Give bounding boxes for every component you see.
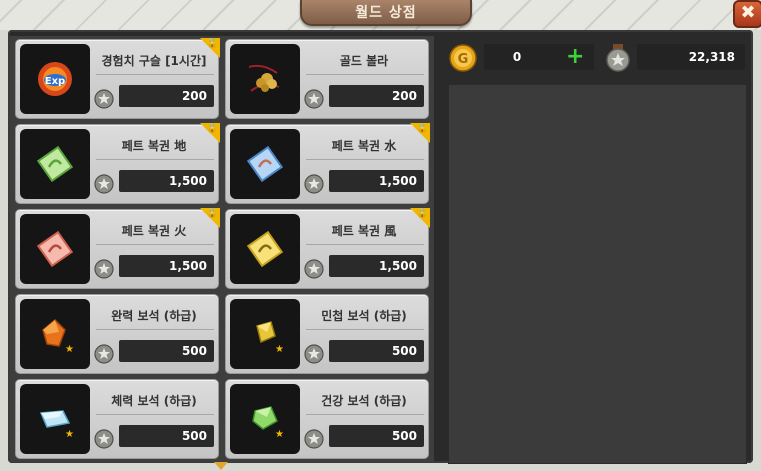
strength-gem-icon: ★ <box>42 318 74 355</box>
pet-ticket-earth-icon <box>36 145 74 183</box>
item-price: 500 <box>329 340 424 362</box>
pet-ticket-wind-icon <box>246 230 284 268</box>
exp-orb-icon: Exp <box>38 62 72 96</box>
divider <box>96 159 214 160</box>
shop-item-pet-ticket-fire[interactable]: 🔒 페트 복권 火 1,500 <box>15 208 220 289</box>
divider <box>306 329 424 330</box>
gold-bola-icon <box>248 64 280 92</box>
shop-item-pet-ticket-wind[interactable]: 🔒 페트 복권 風 1,500 <box>225 208 430 289</box>
close-button[interactable]: ✖ <box>733 0 761 28</box>
item-name: 경험치 구슬 [1시간] <box>101 54 207 68</box>
gold-coin-icon: G <box>449 44 477 72</box>
pet-ticket-fire-icon <box>36 230 74 268</box>
lock-icon: 🔒 <box>206 39 218 49</box>
medal-coin-amount: 22,318 <box>637 44 745 70</box>
item-name: 완력 보석 (하급) <box>111 309 197 323</box>
item-icon-frame: ★ <box>20 384 90 454</box>
svg-text:★: ★ <box>65 344 74 355</box>
svg-text:★: ★ <box>275 429 284 440</box>
item-name: 페트 복권 火 <box>121 224 187 238</box>
scroll-down-arrow-icon[interactable] <box>214 462 228 470</box>
item-icon-frame <box>230 214 300 284</box>
divider <box>306 159 424 160</box>
medal-coin-icon <box>94 259 114 279</box>
divider <box>306 74 424 75</box>
divider <box>306 414 424 415</box>
item-icon-frame: ★ <box>230 384 300 454</box>
item-icon-frame: Exp <box>20 44 90 114</box>
item-price: 1,500 <box>329 255 424 277</box>
item-name: 페트 복권 地 <box>121 139 187 153</box>
medal-coin-icon <box>304 344 324 364</box>
item-price: 1,500 <box>119 170 214 192</box>
lock-icon: 🔒 <box>206 209 218 219</box>
shop-item-gold-bola[interactable]: 골드 볼라 200 <box>225 39 429 119</box>
medal-coin-icon <box>94 89 114 109</box>
medal-coin-icon <box>94 174 114 194</box>
item-icon-frame <box>230 44 300 114</box>
medal-coin-icon <box>304 89 324 109</box>
item-price: 500 <box>119 340 214 362</box>
item-price: 500 <box>329 425 424 447</box>
divider <box>96 74 214 75</box>
shop-item-health-gem[interactable]: ★ 건강 보석 (하급) 500 <box>225 379 429 459</box>
divider <box>96 329 214 330</box>
item-icon-frame <box>20 129 90 199</box>
item-icon-frame <box>20 214 90 284</box>
medal-coin-icon <box>606 44 630 72</box>
shop-item-exp-orb[interactable]: Exp 🔒 경험치 구슬 [1시간] 200 <box>15 38 220 119</box>
lock-icon: 🔒 <box>206 124 218 134</box>
shop-item-strength-gem[interactable]: ★ 완력 보석 (하급) 500 <box>15 294 219 374</box>
lock-icon: 🔒 <box>416 124 428 134</box>
medal-coin-icon <box>304 259 324 279</box>
svg-text:★: ★ <box>275 344 284 355</box>
lock-icon: 🔒 <box>416 209 428 219</box>
add-gold-button[interactable]: + <box>566 46 584 68</box>
item-price: 1,500 <box>119 255 214 277</box>
item-icon-frame <box>230 129 300 199</box>
item-name: 민첩 보석 (하급) <box>321 309 407 323</box>
medal-coin-icon <box>304 429 324 449</box>
item-detail-panel <box>448 84 747 464</box>
shop-item-pet-ticket-water[interactable]: 🔒 페트 복권 水 1,500 <box>225 123 430 204</box>
divider <box>306 244 424 245</box>
shop-item-agility-gem[interactable]: ★ 민첩 보석 (하급) 500 <box>225 294 429 374</box>
vitality-gem-icon: ★ <box>39 410 74 440</box>
svg-text:★: ★ <box>65 429 74 440</box>
pet-ticket-water-icon <box>246 145 284 183</box>
shop-item-pet-ticket-earth[interactable]: 🔒 페트 복권 地 1,500 <box>15 123 220 204</box>
svg-text:G: G <box>458 52 469 67</box>
medal-coin-icon <box>94 344 114 364</box>
window-title: 월드 상점 <box>300 0 472 26</box>
agility-gem-icon: ★ <box>256 321 284 355</box>
divider <box>96 414 214 415</box>
item-name: 페트 복권 水 <box>331 139 397 153</box>
shop-item-vitality-gem[interactable]: ★ 체력 보석 (하급) 500 <box>15 379 219 459</box>
svg-text:Exp: Exp <box>45 76 65 87</box>
medal-coin-icon <box>94 429 114 449</box>
item-price: 500 <box>119 425 214 447</box>
item-price: 200 <box>329 85 424 107</box>
item-name: 페트 복권 風 <box>331 224 397 238</box>
item-icon-frame: ★ <box>230 299 300 369</box>
item-icon-frame: ★ <box>20 299 90 369</box>
item-name: 건강 보석 (하급) <box>321 394 407 408</box>
health-gem-icon: ★ <box>252 406 284 440</box>
item-name: 골드 볼라 <box>339 54 389 68</box>
item-price: 1,500 <box>329 170 424 192</box>
item-name: 체력 보석 (하급) <box>111 394 197 408</box>
medal-coin-icon <box>304 174 324 194</box>
item-price: 200 <box>119 85 214 107</box>
divider <box>96 244 214 245</box>
